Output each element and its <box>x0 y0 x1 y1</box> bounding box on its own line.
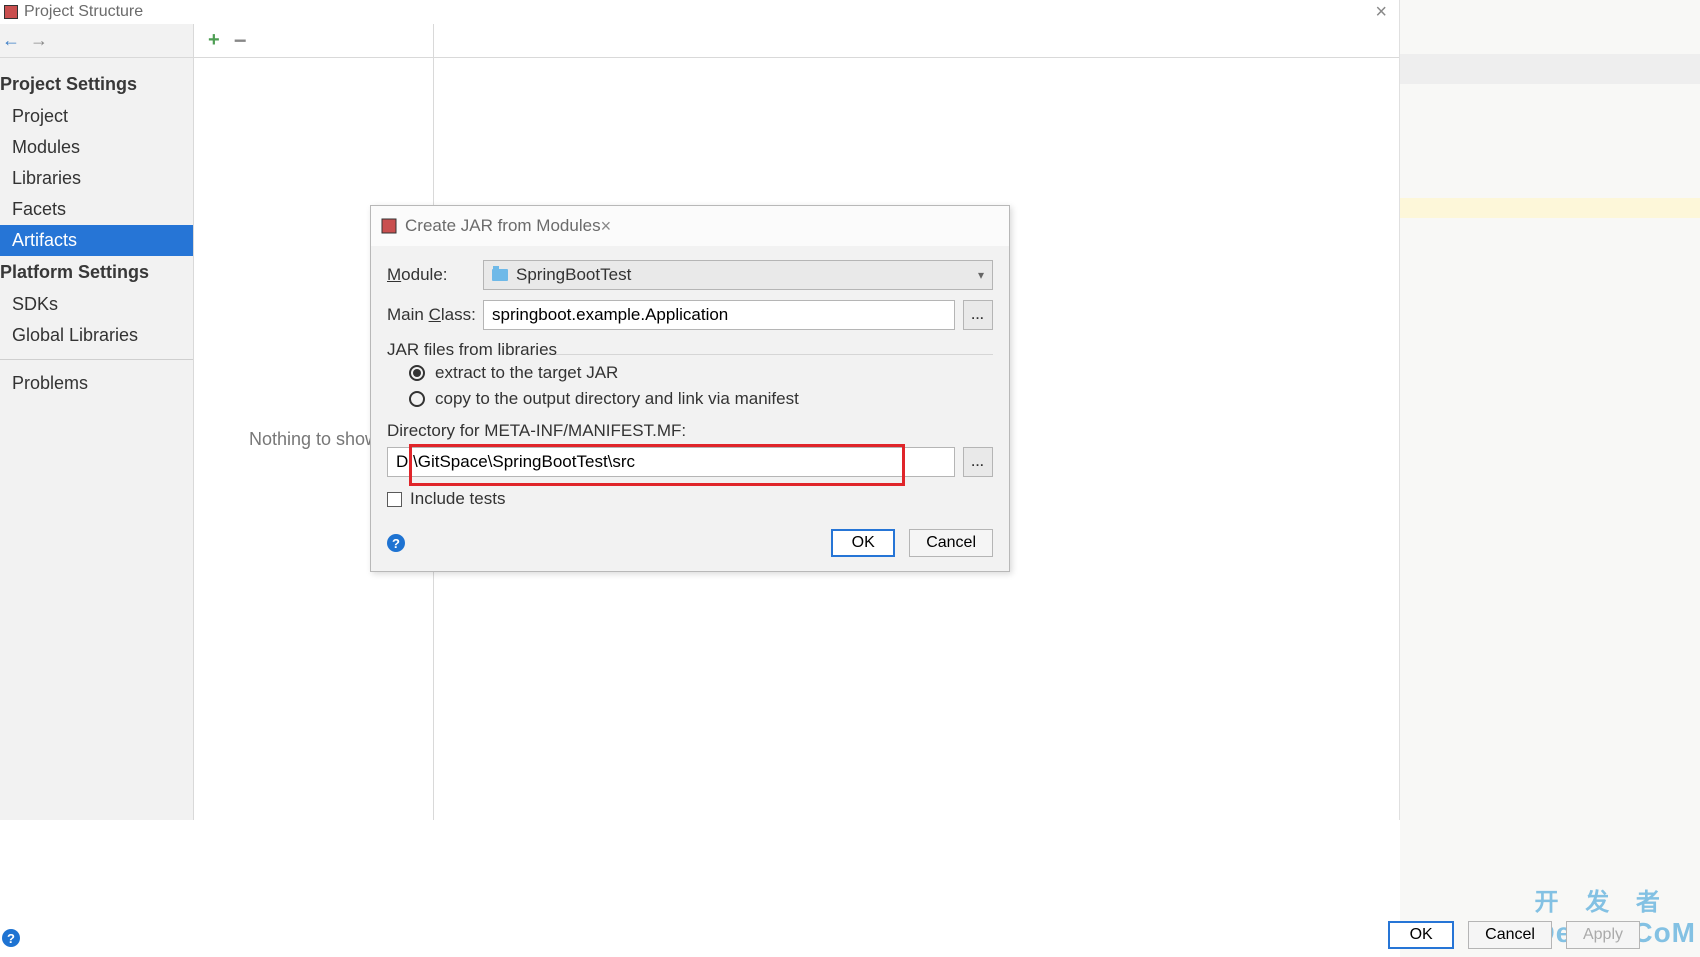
section-platform-settings: Platform Settings <box>0 256 193 289</box>
include-tests-checkbox[interactable] <box>387 492 402 507</box>
directory-label: Directory for META-INF/MANIFEST.MF: <box>387 421 993 441</box>
toolbar-row: ← → + − <box>0 24 1399 58</box>
sidebar-item-sdks[interactable]: SDKs <box>0 289 193 320</box>
directory-input-wrap[interactable] <box>387 447 955 477</box>
add-icon[interactable]: + <box>208 29 220 52</box>
jar-files-label: JAR files from libraries <box>387 340 993 360</box>
create-jar-dialog: Create JAR from Modules × Module: Spring… <box>370 205 1010 572</box>
directory-browse-button[interactable]: ... <box>963 447 993 477</box>
background-panel <box>1400 0 1700 957</box>
module-row: Module: SpringBootTest ▾ <box>387 260 993 290</box>
module-value: SpringBootTest <box>516 265 631 285</box>
dialog-footer: ? OK Cancel <box>371 519 1009 571</box>
sidebar-item-problems[interactable]: Problems <box>0 368 193 399</box>
main-class-browse-button[interactable]: ... <box>963 300 993 330</box>
close-icon[interactable]: × <box>1367 1 1395 24</box>
include-tests-row[interactable]: Include tests <box>387 489 993 509</box>
ok-button[interactable]: OK <box>1388 921 1454 949</box>
help-icon[interactable]: ? <box>2 929 20 947</box>
copy-radio-row[interactable]: copy to the output directory and link vi… <box>387 389 993 409</box>
module-folder-icon <box>492 269 508 281</box>
main-class-label: Main Class: <box>387 305 483 325</box>
title-bar: Project Structure × <box>0 0 1399 24</box>
radio-copy[interactable] <box>409 391 425 407</box>
radio-extract[interactable] <box>409 365 425 381</box>
include-tests-label: Include tests <box>410 489 505 509</box>
apply-button[interactable]: Apply <box>1566 921 1640 949</box>
sidebar-item-artifacts[interactable]: Artifacts <box>0 225 193 256</box>
bg-stripe <box>1400 198 1700 218</box>
extract-radio-row[interactable]: extract to the target JAR <box>387 363 993 383</box>
main-class-row: Main Class: ... <box>387 300 993 330</box>
chevron-down-icon: ▾ <box>978 268 984 282</box>
sidebar-item-global-libraries[interactable]: Global Libraries <box>0 320 193 351</box>
sidebar-item-project[interactable]: Project <box>0 101 193 132</box>
dialog-help-icon[interactable]: ? <box>387 534 405 552</box>
dialog-title-bar: Create JAR from Modules × <box>371 206 1009 246</box>
copy-label: copy to the output directory and link vi… <box>435 389 799 409</box>
dialog-ok-button[interactable]: OK <box>831 529 895 557</box>
sidebar: Project Settings Project Modules Librari… <box>0 58 194 820</box>
cancel-button[interactable]: Cancel <box>1468 921 1552 949</box>
main-class-input[interactable] <box>483 300 955 330</box>
list-toolbar: + − <box>194 24 434 57</box>
sidebar-toolbar: ← → <box>0 24 194 57</box>
directory-row: ... <box>387 447 993 477</box>
module-select[interactable]: SpringBootTest ▾ <box>483 260 993 290</box>
sidebar-item-modules[interactable]: Modules <box>0 132 193 163</box>
remove-icon[interactable]: − <box>234 28 247 54</box>
section-project-settings: Project Settings <box>0 68 193 101</box>
dialog-app-icon <box>381 218 397 234</box>
extract-label: extract to the target JAR <box>435 363 618 383</box>
sidebar-item-libraries[interactable]: Libraries <box>0 163 193 194</box>
directory-input[interactable] <box>388 452 954 472</box>
main-footer-buttons: OK Cancel Apply <box>1388 921 1640 949</box>
dialog-body: Module: SpringBootTest ▾ Main Class: ...… <box>371 246 1009 519</box>
bg-stripe <box>1400 54 1700 84</box>
back-arrow-icon[interactable]: ← <box>2 30 20 51</box>
forward-arrow-icon[interactable]: → <box>30 30 48 51</box>
dialog-title: Create JAR from Modules <box>405 216 601 236</box>
app-icon <box>4 5 18 19</box>
module-label: Module: <box>387 265 483 285</box>
sidebar-item-facets[interactable]: Facets <box>0 194 193 225</box>
dialog-cancel-button[interactable]: Cancel <box>909 529 993 557</box>
empty-placeholder: Nothing to show <box>249 429 378 450</box>
window-title: Project Structure <box>24 3 143 21</box>
dialog-close-icon[interactable]: × <box>601 216 612 237</box>
